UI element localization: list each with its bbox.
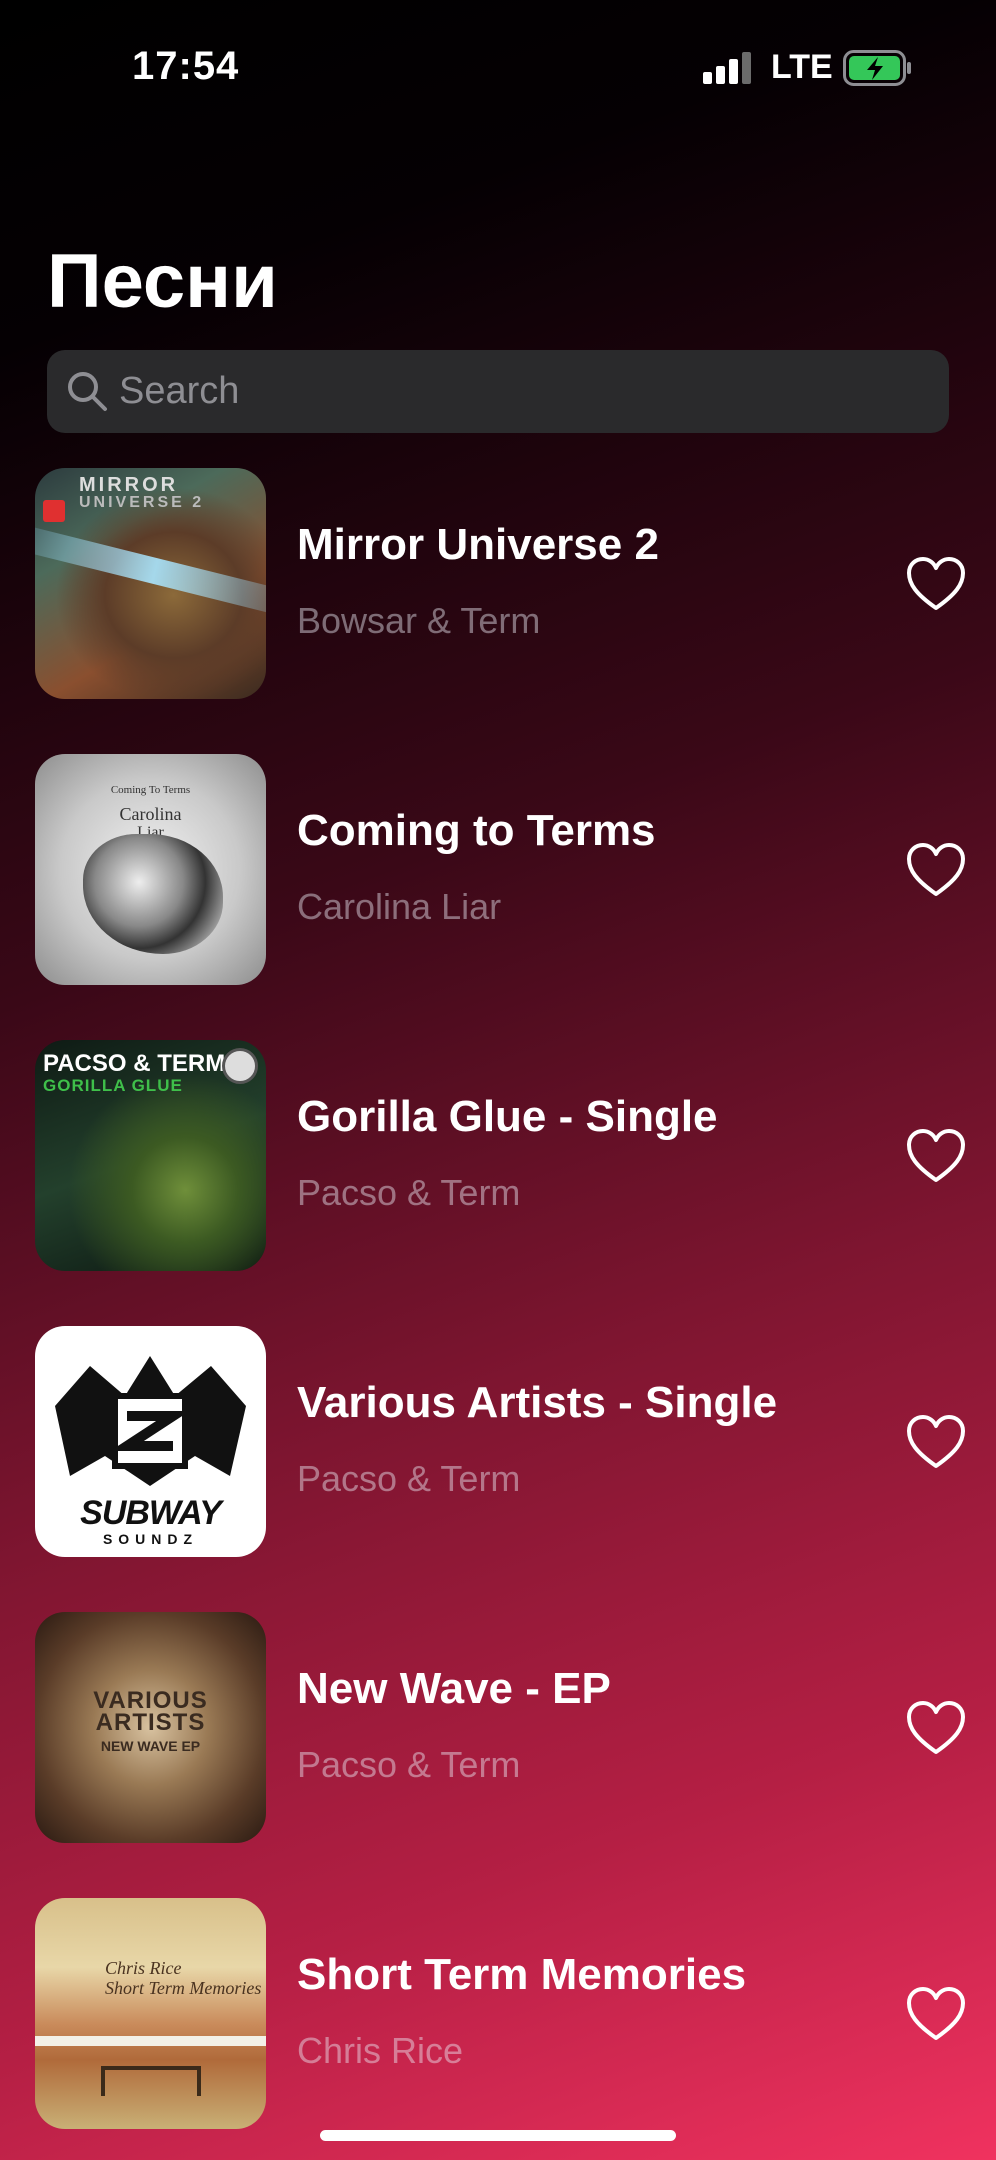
album-cover: SUBWAY SOUNDZ — [35, 1326, 266, 1557]
list-item[interactable]: MIRROR UNIVERSE 2 Mirror Universe 2 Bows… — [0, 468, 996, 701]
song-title: Mirror Universe 2 — [297, 520, 659, 569]
list-item[interactable]: Coming To Terms Carolina Liar Coming to … — [0, 754, 996, 987]
song-artist: Chris Rice — [297, 2030, 464, 2071]
song-title: New Wave - EP — [297, 1664, 611, 1713]
network-type: LTE — [771, 48, 833, 86]
status-time: 17:54 — [132, 44, 240, 88]
heart-icon[interactable] — [906, 1700, 966, 1756]
list-item[interactable]: PACSO & TERM GORILLA GLUE Gorilla Glue -… — [0, 1040, 996, 1273]
list-item[interactable]: VARIOUS ARTISTS NEW WAVE EP New Wave - EP… — [0, 1612, 996, 1845]
song-title: Coming to Terms — [297, 806, 656, 855]
heart-icon[interactable] — [906, 1128, 966, 1184]
album-cover: Chris Rice Short Term Memories — [35, 1898, 266, 2129]
song-title: Gorilla Glue - Single — [297, 1092, 718, 1141]
search-input[interactable] — [119, 350, 919, 433]
album-cover: PACSO & TERM GORILLA GLUE — [35, 1040, 266, 1271]
album-cover: VARIOUS ARTISTS NEW WAVE EP — [35, 1612, 266, 1843]
battery-charging-icon — [843, 50, 911, 86]
signal-strength-icon — [703, 52, 753, 84]
status-bar: 17:54 LTE — [0, 0, 996, 130]
list-item[interactable]: SUBWAY SOUNDZ Various Artists - Single P… — [0, 1326, 996, 1559]
song-artist: Carolina Liar — [297, 886, 502, 927]
home-indicator[interactable] — [320, 2130, 676, 2141]
song-artist: Pacso & Term — [297, 1744, 521, 1785]
song-title: Various Artists - Single — [297, 1378, 778, 1427]
search-bar[interactable] — [47, 350, 949, 433]
song-title: Short Term Memories — [297, 1950, 747, 1999]
album-cover: Coming To Terms Carolina Liar — [35, 754, 266, 985]
heart-icon[interactable] — [906, 842, 966, 898]
heart-icon[interactable] — [906, 1986, 966, 2042]
song-artist: Bowsar & Term — [297, 600, 541, 641]
heart-icon[interactable] — [906, 556, 966, 612]
heart-icon[interactable] — [906, 1414, 966, 1470]
song-artist: Pacso & Term — [297, 1172, 521, 1213]
album-cover: MIRROR UNIVERSE 2 — [35, 468, 266, 699]
list-item[interactable]: Chris Rice Short Term Memories Short Term… — [0, 1898, 996, 2131]
song-artist: Pacso & Term — [297, 1458, 521, 1499]
search-icon — [68, 372, 107, 411]
page-title: Песни — [47, 239, 278, 324]
